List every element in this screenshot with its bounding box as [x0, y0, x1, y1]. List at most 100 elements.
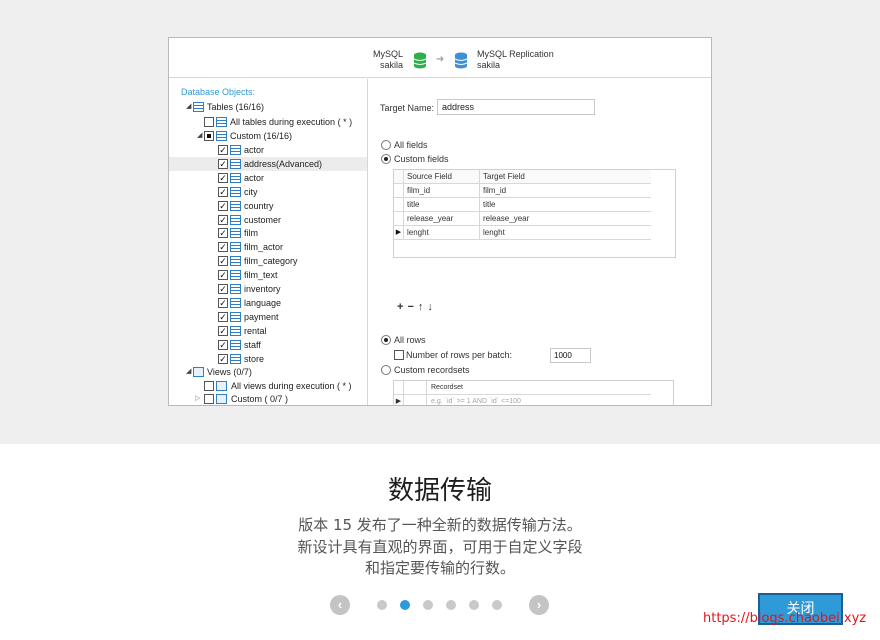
tree-node-table[interactable]: ✓ staff: [169, 338, 367, 352]
target-name-input[interactable]: address: [437, 99, 595, 115]
table-checkbox[interactable]: ✓: [218, 339, 228, 350]
collapse-icon[interactable]: ◢: [186, 365, 191, 379]
field-mapping-row[interactable]: film_id film_id: [394, 184, 651, 198]
tree-node-table[interactable]: ✓ inventory: [169, 282, 367, 296]
target-field-cell[interactable]: title: [483, 198, 495, 211]
custom-tables-checkbox[interactable]: [204, 131, 214, 141]
table-checkbox[interactable]: ✓: [218, 186, 228, 197]
rows-per-batch-checkbox[interactable]: [394, 350, 404, 360]
field-mapping-row[interactable]: release_year release_year: [394, 212, 651, 226]
source-field-cell[interactable]: film_id: [407, 184, 430, 197]
tree-node-table[interactable]: ✓ country: [169, 199, 367, 213]
previous-slide-button[interactable]: ‹: [330, 595, 350, 615]
table-icon: [230, 145, 241, 155]
field-grid-header: Source Field Target Field: [394, 170, 651, 184]
table-checkbox[interactable]: ✓: [218, 158, 228, 169]
table-checkbox[interactable]: ✓: [218, 284, 228, 294]
page-dot[interactable]: [377, 600, 387, 610]
table-checkbox[interactable]: ✓: [218, 325, 228, 336]
tree-node-table[interactable]: ✓ customer: [169, 213, 367, 227]
collapse-icon[interactable]: ◢: [186, 100, 191, 114]
tree-node-tables[interactable]: ◢ Tables (16/16): [169, 100, 367, 114]
tree-node-table[interactable]: ✓ language: [169, 296, 367, 310]
tree-node-all-tables[interactable]: All tables during execution ( * ): [169, 115, 367, 129]
target-database: sakila: [477, 60, 501, 70]
move-up-icon[interactable]: ↑: [418, 301, 428, 313]
table-icon: [230, 284, 241, 294]
tree-node-table[interactable]: ✓ rental: [169, 324, 367, 338]
page-dot[interactable]: [469, 600, 479, 610]
table-checkbox[interactable]: ✓: [218, 172, 228, 183]
tree-node-table[interactable]: ✓ store: [169, 352, 367, 366]
tree-node-table[interactable]: ✓ film_category: [169, 254, 367, 268]
recordset-row[interactable]: ▶ e.g. `id` >= 1 AND `id` <=100: [394, 395, 651, 405]
page-dot[interactable]: [492, 600, 502, 610]
database-objects-tree: Database Objects: ◢ Tables (16/16) All t…: [169, 79, 368, 405]
table-checkbox[interactable]: ✓: [218, 256, 228, 267]
expand-icon[interactable]: ▷: [195, 392, 200, 405]
tree-node-custom-tables[interactable]: ◢ Custom (16/16): [169, 129, 367, 143]
tree-node-all-views[interactable]: All views during execution ( * ): [169, 379, 367, 393]
all-tables-label: All tables during execution ( * ): [230, 117, 353, 127]
table-icon: [230, 297, 241, 308]
table-icon: [230, 228, 241, 239]
collapse-icon[interactable]: ◢: [197, 129, 202, 143]
table-checkbox[interactable]: ✓: [218, 145, 228, 155]
data-transfer-preview: MySQL sakila ➜ MySQL Replication sakila …: [168, 37, 712, 406]
tree-node-table[interactable]: ✓ film: [169, 226, 367, 240]
tree-node-table[interactable]: ✓ film_actor: [169, 240, 367, 254]
all-fields-radio[interactable]: [381, 140, 391, 150]
tree-node-table[interactable]: ✓ actor: [169, 171, 367, 185]
custom-recordsets-radio[interactable]: [381, 365, 391, 375]
all-rows-radio[interactable]: [381, 335, 391, 345]
table-checkbox[interactable]: ✓: [218, 200, 228, 211]
page-dot[interactable]: [423, 600, 433, 610]
feature-description-line: 新设计具有直观的界面，可用于自定义字段: [297, 538, 583, 556]
table-checkbox[interactable]: ✓: [218, 353, 228, 364]
rows-per-batch-input[interactable]: 1000: [550, 348, 591, 363]
tree-node-table[interactable]: ✓ city: [169, 185, 367, 199]
tree-node-table[interactable]: ✓ film_text: [169, 268, 367, 282]
field-mapping-row[interactable]: title title: [394, 198, 651, 212]
next-slide-button[interactable]: ›: [529, 595, 549, 615]
field-mapping-row[interactable]: ▶ lenght lenght: [394, 226, 651, 240]
tree-node-table[interactable]: ✓ address(Advanced): [169, 156, 367, 171]
tables-label: Tables (16/16): [207, 102, 265, 112]
all-views-checkbox[interactable]: [204, 381, 214, 391]
source-field-cell[interactable]: lenght: [407, 226, 429, 239]
source-field-cell[interactable]: release_year: [407, 212, 453, 225]
move-down-icon[interactable]: ↓: [427, 301, 437, 313]
source-field-cell[interactable]: title: [407, 198, 419, 211]
table-checkbox[interactable]: ✓: [218, 242, 228, 253]
table-checkbox[interactable]: ✓: [218, 270, 228, 281]
grid-toolbar: +−↑↓: [397, 301, 437, 313]
table-icon: [230, 158, 241, 169]
tree-node-custom-views[interactable]: ▷ Custom ( 0/7 ): [169, 392, 367, 405]
row-indicator: [394, 212, 404, 226]
custom-fields-radio[interactable]: [381, 154, 391, 164]
table-name: address(Advanced): [244, 158, 323, 169]
remove-row-icon[interactable]: −: [407, 301, 417, 313]
add-row-icon[interactable]: +: [397, 301, 407, 313]
table-checkbox[interactable]: ✓: [218, 297, 228, 308]
table-icon: [230, 270, 241, 281]
field-mapping-grid[interactable]: Source Field Target Field film_id film_id…: [393, 169, 676, 258]
tree-node-views[interactable]: ◢ Views (0/7): [169, 365, 367, 379]
page-dot[interactable]: [446, 600, 456, 610]
views-label: Views (0/7): [207, 367, 252, 377]
recordset-grid[interactable]: Recordset ▶ e.g. `id` >= 1 AND `id` <=10…: [393, 380, 674, 405]
recordset-input[interactable]: e.g. `id` >= 1 AND `id` <=100: [431, 395, 521, 405]
custom-views-checkbox[interactable]: [204, 394, 214, 404]
page-dot[interactable]: [400, 600, 410, 610]
table-checkbox[interactable]: ✓: [218, 228, 228, 239]
target-field-cell[interactable]: film_id: [483, 184, 506, 197]
target-connection-type: MySQL Replication: [477, 49, 554, 59]
all-tables-checkbox[interactable]: [204, 117, 214, 127]
table-checkbox[interactable]: ✓: [218, 214, 228, 225]
custom-fields-label: Custom fields: [394, 154, 449, 164]
tree-node-table[interactable]: ✓ payment: [169, 310, 367, 324]
target-field-cell[interactable]: release_year: [483, 212, 529, 225]
tree-node-table[interactable]: ✓ actor: [169, 143, 367, 157]
target-field-cell[interactable]: lenght: [483, 226, 505, 239]
table-checkbox[interactable]: ✓: [218, 311, 228, 322]
